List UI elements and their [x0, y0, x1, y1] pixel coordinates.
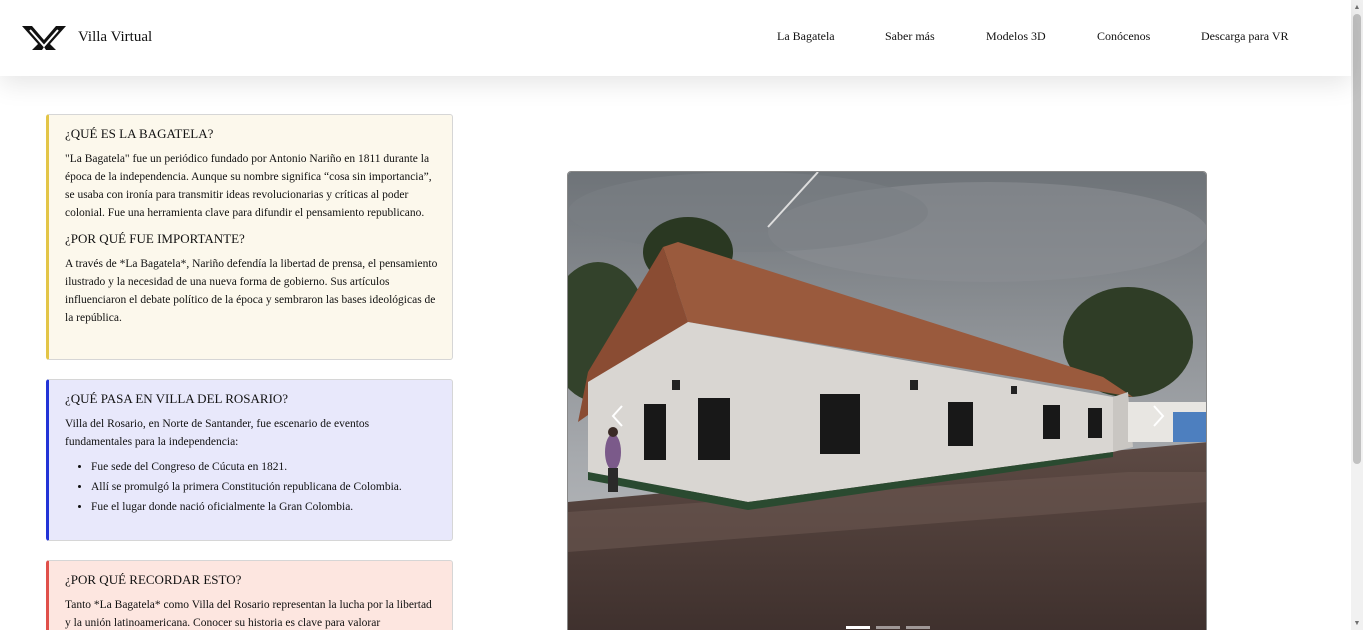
chevron-left-icon: [611, 405, 623, 427]
scroll-thumb[interactable]: [1353, 14, 1361, 464]
carousel-prev-button[interactable]: [608, 402, 628, 430]
carousel-indicator-1[interactable]: [846, 626, 870, 629]
card-text: Tanto *La Bagatela* como Villa del Rosar…: [65, 599, 432, 629]
card-title: ¿QUÉ PASA EN VILLA DEL ROSARIO?: [65, 391, 289, 406]
vv-logo-icon: [22, 26, 66, 50]
brand[interactable]: Villa Virtual: [20, 22, 152, 52]
card-bagatela: ¿QUÉ ES LA BAGATELA? "La Bagatela" fue u…: [46, 114, 453, 360]
list-item: Allí se promulgó la primera Constitución…: [91, 477, 438, 497]
carousel-indicator-3[interactable]: [906, 626, 930, 629]
nav-conocenos[interactable]: Conócenos: [1097, 29, 1150, 44]
site-header: Villa Virtual La Bagatela Saber más Mode…: [0, 0, 1351, 76]
carousel-indicators: [846, 626, 930, 629]
chevron-right-icon: [1153, 405, 1165, 427]
card-subtitle: ¿POR QUÉ FUE IMPORTANTE?: [65, 231, 245, 246]
list-item: Fue sede del Congreso de Cúcuta en 1821.: [91, 457, 438, 477]
nav-la-bagatela[interactable]: La Bagatela: [777, 29, 835, 44]
card-villa-rosario: ¿QUÉ PASA EN VILLA DEL ROSARIO? Villa de…: [46, 379, 453, 541]
image-carousel[interactable]: [567, 171, 1207, 630]
card-title: ¿QUÉ ES LA BAGATELA?: [65, 126, 214, 141]
nav-modelos-3d[interactable]: Modelos 3D: [986, 29, 1046, 44]
casa-bagatela-photo: [568, 172, 1206, 630]
facts-list: Fue sede del Congreso de Cúcuta en 1821.…: [91, 457, 438, 517]
nav-descarga-vr[interactable]: Descarga para VR: [1201, 29, 1289, 44]
scroll-down-arrow-icon[interactable]: ▼: [1351, 616, 1363, 630]
carousel-indicator-2[interactable]: [876, 626, 900, 629]
card-text: "La Bagatela" fue un periódico fundado p…: [65, 153, 432, 219]
card-text: A través de *La Bagatela*, Nariño defend…: [65, 258, 438, 324]
list-item: Fue el lugar donde nació oficialmente la…: [91, 497, 438, 517]
brand-name: Villa Virtual: [78, 28, 153, 45]
scroll-up-arrow-icon[interactable]: ▲: [1351, 0, 1363, 14]
card-text: Villa del Rosario, en Norte de Santander…: [65, 418, 370, 448]
page-scrollbar[interactable]: ▲ ▼: [1351, 0, 1363, 630]
nav-saber-mas[interactable]: Saber más: [885, 29, 935, 44]
card-recordar: ¿POR QUÉ RECORDAR ESTO? Tanto *La Bagate…: [46, 560, 453, 630]
card-title: ¿POR QUÉ RECORDAR ESTO?: [65, 572, 242, 587]
carousel-next-button[interactable]: [1148, 402, 1168, 430]
